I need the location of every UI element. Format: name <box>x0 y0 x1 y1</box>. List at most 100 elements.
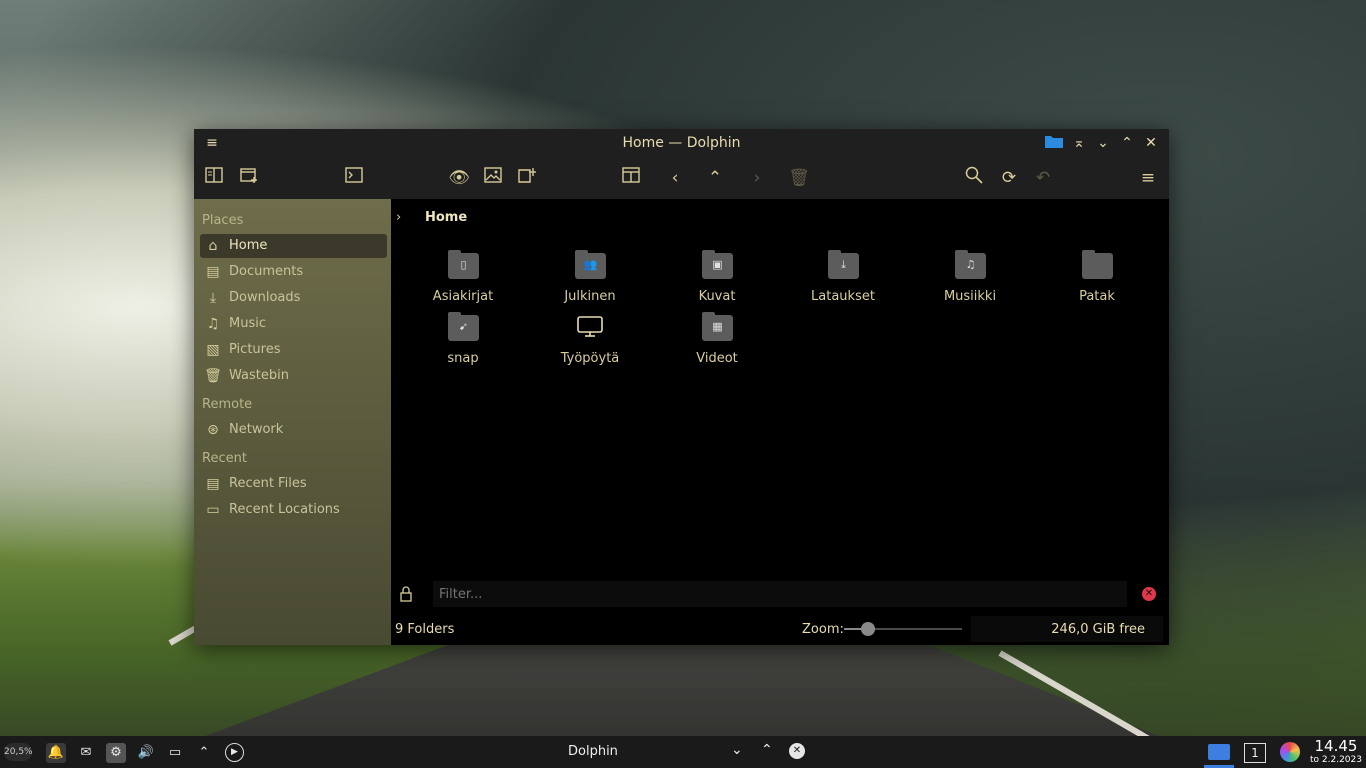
folder-item-musiikki[interactable]: ♫ Musiikki <box>915 250 1025 313</box>
folder-name: Työpöytä <box>560 351 620 366</box>
section-title-remote: Remote <box>202 397 253 412</box>
sidebar-item-downloads[interactable]: ⤓ Downloads <box>200 286 387 310</box>
folder-name: Musiikki <box>943 289 997 304</box>
back-arrow-icon[interactable]: ‹ <box>663 166 687 190</box>
preview-eye-icon[interactable]: 👁 <box>447 166 471 190</box>
picture-icon: ▧ <box>206 342 220 358</box>
virtual-desktop-pager[interactable]: 1 <box>1244 743 1266 763</box>
folder-downloads-icon: ⤓ <box>828 250 859 279</box>
image-icon[interactable] <box>481 166 505 190</box>
mail-icon[interactable]: ✉ <box>76 743 96 763</box>
section-title-recent: Recent <box>202 451 247 466</box>
new-window-icon[interactable] <box>515 166 539 190</box>
chevron-up-icon[interactable]: ⌃ <box>761 742 773 758</box>
undo-icon[interactable]: ↶ <box>1031 166 1055 190</box>
dolphin-window: ≡ Home — Dolphin ⌅ ⌄ ⌃ ✕ 👁 ‹ ⌃ › 🗑 ⟳ ↶ ≡… <box>194 129 1169 645</box>
document-icon: ▤ <box>206 264 220 280</box>
sidebar-item-network[interactable]: ⊛ Network <box>200 418 387 442</box>
up-arrow-icon[interactable]: ⌃ <box>703 166 727 190</box>
cpu-monitor[interactable]: 20,5% <box>4 743 33 761</box>
panels-icon[interactable] <box>619 166 643 190</box>
folder-snap-icon: ➹ <box>448 312 479 341</box>
home-icon: ⌂ <box>208 238 218 254</box>
filter-input[interactable] <box>433 581 1127 607</box>
folder-name: Julkinen <box>564 289 616 304</box>
folder-item-kuvat[interactable]: ▣ Kuvat <box>662 250 772 313</box>
zoom-slider-handle[interactable] <box>860 622 875 636</box>
folder-item-videot[interactable]: ▦ Videot <box>662 312 772 375</box>
trash-icon[interactable]: 🗑 <box>787 166 811 190</box>
folder-item-lataukset[interactable]: ⤓ Lataukset <box>788 250 898 313</box>
sidebar-item-label: Music <box>229 316 266 331</box>
expand-tray-icon[interactable]: ⌃ <box>194 743 214 763</box>
toolbar: 👁 ‹ ⌃ › 🗑 ⟳ ↶ ≡ <box>194 157 1169 199</box>
maximize-icon[interactable]: ⌃ <box>1117 133 1137 153</box>
folder-music-icon: ♫ <box>955 250 986 279</box>
display-icon[interactable]: ▭ <box>165 743 185 763</box>
section-title-places: Places <box>202 213 244 228</box>
folder-item-patak[interactable]: Patak <box>1042 250 1152 313</box>
active-task-indicator[interactable] <box>1204 736 1234 768</box>
breadcrumb[interactable]: Home <box>425 210 467 225</box>
media-player-icon[interactable]: ▶ <box>225 743 244 762</box>
breadcrumb-chevron-icon[interactable]: › <box>396 210 401 225</box>
sidebar-item-documents[interactable]: ▤ Documents <box>200 260 387 284</box>
network-icon: ⊛ <box>207 422 219 438</box>
notification-icon[interactable]: 🔔 <box>46 743 66 763</box>
search-icon[interactable] <box>962 166 986 190</box>
split-view-icon[interactable] <box>202 166 226 190</box>
free-space-label: 246,0 GiB free <box>1051 622 1145 637</box>
zoom-slider[interactable] <box>844 622 962 636</box>
sidebar-item-recent-files[interactable]: ▤ Recent Files <box>200 472 387 496</box>
status-bar: 9 Folders Zoom: 246,0 GiB free <box>391 613 1169 645</box>
sidebar-item-music[interactable]: ♫ Music <box>200 312 387 336</box>
zoom-label: Zoom: <box>802 622 844 637</box>
folder-name: Lataukset <box>811 289 875 304</box>
close-icon[interactable]: ✕ <box>1141 133 1161 153</box>
clock-date: to 2.2.2023 <box>1310 755 1362 765</box>
hamburger-menu-icon[interactable]: ≡ <box>1136 166 1160 190</box>
folder-app-icon <box>1044 133 1064 153</box>
cpu-value: 20,5% <box>4 747 33 757</box>
sidebar-item-recent-locations[interactable]: ▭ Recent Locations <box>200 498 387 522</box>
free-space-box[interactable]: 246,0 GiB free <box>971 616 1163 642</box>
refresh-icon[interactable]: ⟳ <box>997 166 1021 190</box>
folder-name: snap <box>447 351 479 366</box>
sidebar-item-home[interactable]: ⌂ Home <box>200 234 387 258</box>
trash-icon: 🗑 <box>204 368 222 384</box>
music-icon: ♫ <box>206 316 220 332</box>
sidebar-item-wastebin[interactable]: 🗑 Wastebin <box>200 364 387 388</box>
clock[interactable]: 14.45 to 2.2.2023 <box>1310 738 1362 766</box>
keep-above-icon[interactable]: ⌅ <box>1069 133 1089 153</box>
clear-filter-icon[interactable]: ✕ <box>1142 587 1156 601</box>
volume-icon[interactable]: 🔊 <box>136 743 156 763</box>
app-launcher-icon[interactable] <box>1280 742 1300 762</box>
folder-name: Patak <box>1079 289 1115 304</box>
minimize-icon[interactable]: ⌄ <box>1093 133 1113 153</box>
desktop-icon <box>576 315 604 341</box>
lock-icon[interactable] <box>399 586 413 606</box>
folder-pictures-icon: ▣ <box>702 250 733 279</box>
forward-arrow-icon[interactable]: › <box>745 166 769 190</box>
close-task-icon[interactable]: ✕ <box>789 743 805 759</box>
clock-time: 14.45 <box>1314 737 1358 755</box>
folder-name: Kuvat <box>698 289 736 304</box>
taskbar: 20,5% 🔔 ✉ ⚙ 🔊 ▭ ⌃ ▶ Dolphin ⌄ ⌃ ✕ 1 14.4… <box>0 736 1366 768</box>
filter-bar: ✕ <box>391 579 1169 611</box>
sidebar-item-label: Network <box>229 422 284 437</box>
chevron-down-icon[interactable]: ⌄ <box>731 742 743 758</box>
terminal-icon[interactable] <box>342 166 366 190</box>
new-tab-icon[interactable] <box>237 166 261 190</box>
folder-public-icon: 👥 <box>575 250 606 279</box>
recent-locations-icon: ▭ <box>206 502 220 518</box>
folder-item-snap[interactable]: ➹ snap <box>408 312 518 375</box>
file-view: › Home ▯ Asiakirjat 👥 Julkinen ▣ Kuvat ⤓… <box>391 199 1169 645</box>
folder-item-asiakirjat[interactable]: ▯ Asiakirjat <box>408 250 518 313</box>
places-sidebar: Places ⌂ Home ▤ Documents ⤓ Downloads ♫ … <box>194 199 391 645</box>
folder-name: Asiakirjat <box>432 289 494 304</box>
folder-item-tyopoyta[interactable]: Työpöytä <box>535 315 645 375</box>
folder-item-julkinen[interactable]: 👥 Julkinen <box>535 250 645 313</box>
taskbar-task-dolphin[interactable]: Dolphin <box>568 744 618 759</box>
sidebar-item-pictures[interactable]: ▧ Pictures <box>200 338 387 362</box>
settings-icon[interactable]: ⚙ <box>106 743 126 763</box>
